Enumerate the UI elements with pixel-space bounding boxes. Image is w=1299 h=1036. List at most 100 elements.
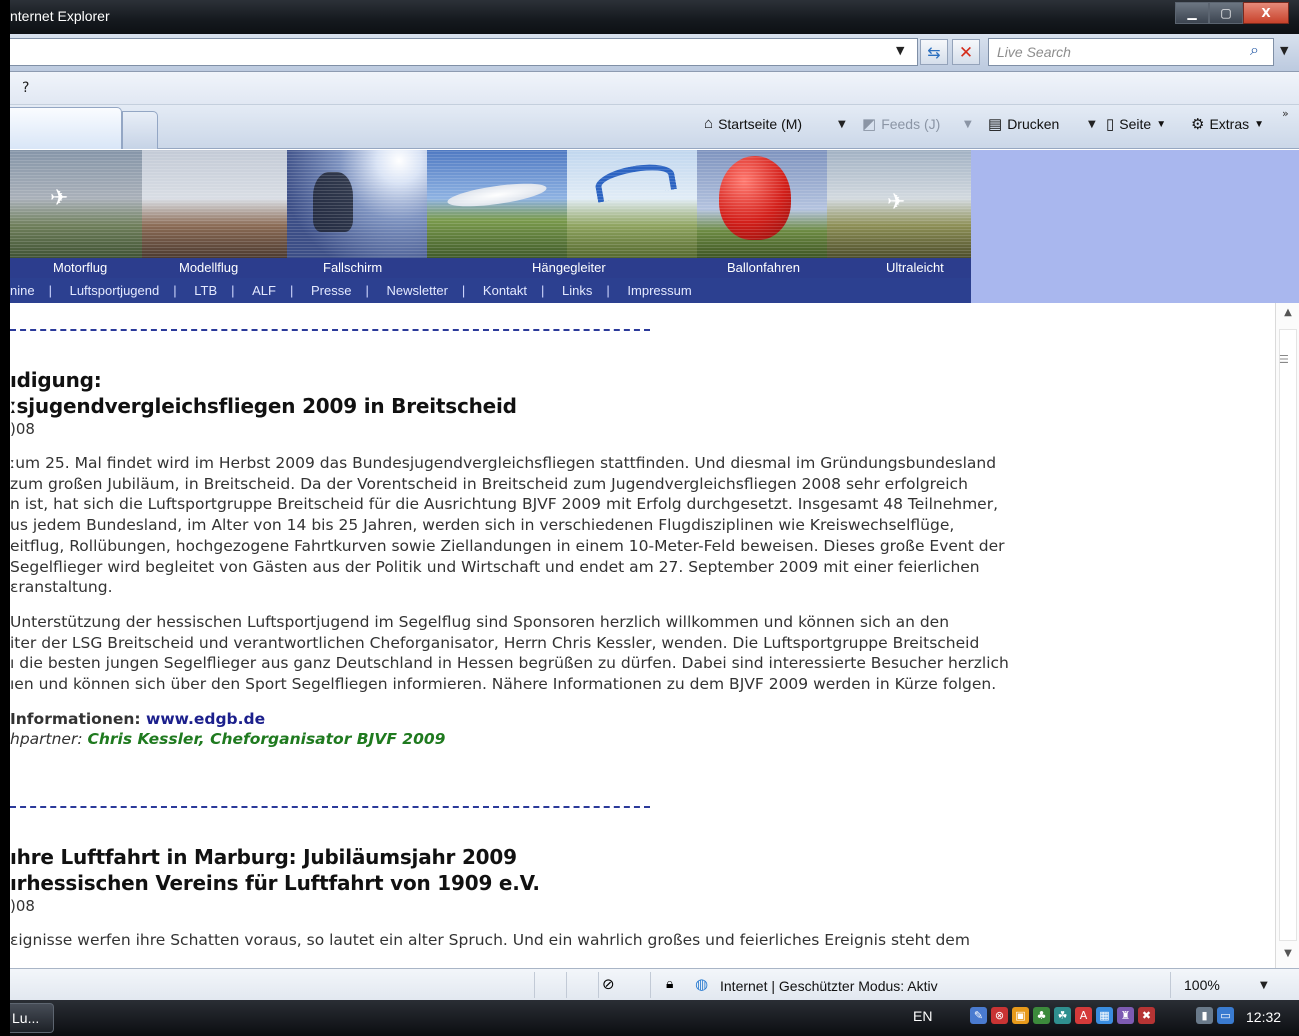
text-line: ɛranstaltung. xyxy=(10,578,113,597)
feeds-dropdown-icon[interactable]: ▼ xyxy=(964,119,972,130)
tray-network-icon[interactable]: ♣ xyxy=(1033,1007,1050,1024)
refresh-icon[interactable]: ⇆ xyxy=(920,39,948,65)
banner-label-ballonfahren[interactable]: Ballonfahren xyxy=(727,260,800,275)
scroll-up-arrow-icon[interactable]: ▲ xyxy=(1276,307,1299,323)
nav-item-online[interactable]: nine xyxy=(10,278,35,303)
article-paragraph: ːum 25. Mal findet wird im Herbst 2009 d… xyxy=(10,453,1070,598)
contact-value: Chris Kessler, Cheforganisator BJVF 2009 xyxy=(87,730,446,749)
print-button[interactable]: ▤ Drucken xyxy=(988,115,1059,133)
text-line: ɛignisse werfen ihre Schatten voraus, so… xyxy=(10,931,970,949)
clock[interactable]: 12:32 xyxy=(1246,1009,1281,1025)
site-nav: nine | Luftsportjugend | LTB | ALF | Presse |… xyxy=(10,278,971,303)
system-tray-right: ▮ ▭ xyxy=(1196,1007,1234,1024)
tray-users-icon[interactable]: ☘ xyxy=(1054,1007,1071,1024)
scroll-down-arrow-icon[interactable]: ▼ xyxy=(1276,948,1299,964)
banner-label-modellflug[interactable]: Modellflug xyxy=(179,260,238,275)
new-tab-button[interactable] xyxy=(122,111,158,149)
search-icon[interactable]: ⌕ xyxy=(1250,40,1259,60)
text-line: ı die besten jungen Segelflieger aus gan… xyxy=(10,654,1009,673)
nav-item-ltb[interactable]: LTB xyxy=(194,278,217,303)
nav-item-presse[interactable]: Presse xyxy=(311,278,351,303)
text-line: ːum 25. Mal findet wird im Herbst 2009 d… xyxy=(10,454,997,472)
tray-app-icon[interactable]: ✎ xyxy=(970,1007,987,1024)
article-date: )08 xyxy=(10,420,35,438)
tray-shield-icon[interactable]: ⊗ xyxy=(991,1007,1008,1024)
tray-windows-icon[interactable]: ▦ xyxy=(1096,1007,1113,1024)
tools-dropdown-icon: ▼ xyxy=(1254,118,1265,130)
article-title-line2: ırhessischen Vereins für Luftfahrt von 1… xyxy=(10,871,540,895)
tab-current[interactable] xyxy=(10,107,122,149)
info-line: Informationen: www.edgb.de hpartner: Chr… xyxy=(10,709,1070,750)
zoom-level[interactable]: 100% xyxy=(1184,977,1220,993)
banner-label-motorflug[interactable]: Motorflug xyxy=(53,260,107,275)
info-label: Informationen: xyxy=(10,709,146,728)
page-content: ıdigung: ːsjugendvergleichsfliegen 2009 … xyxy=(10,303,1275,968)
banner-labels: Motorflug Modellflug Fallschirm Hängegle… xyxy=(10,258,971,278)
news-article: ıdigung: ːsjugendvergleichsfliegen 2009 … xyxy=(10,367,1070,750)
taskbar: Lu... EN ✎ ⊗ ▣ ♣ ☘ A ▦ ♜ ✖ ▮ ▭ 12:32 xyxy=(10,1000,1299,1036)
taskbar-window-button[interactable]: Lu... xyxy=(10,1003,54,1033)
screen: nternet Explorer ▁ ▢ X ▼ ⇆ ✕ Live Search… xyxy=(10,0,1299,1036)
minimize-button[interactable]: ▁ xyxy=(1175,2,1209,24)
maximize-button[interactable]: ▢ xyxy=(1209,2,1243,24)
banner-image: ✈ ✈ Motorflug Modellflug Fallschirm Häng… xyxy=(10,150,971,278)
tray-alert-icon[interactable]: ✖ xyxy=(1138,1007,1155,1024)
nav-item-kontakt[interactable]: Kontakt xyxy=(483,278,527,303)
contact-label: hpartner: xyxy=(10,730,88,749)
nav-item-alf[interactable]: ALF xyxy=(252,278,276,303)
divider xyxy=(10,329,650,331)
page-menu-button[interactable]: ▯ Seite ▼ xyxy=(1106,115,1166,133)
tools-menu-button[interactable]: ⚙ Extras ▼ xyxy=(1191,115,1264,133)
url-input[interactable] xyxy=(10,38,918,66)
protected-mode-icon[interactable]: 🔒︎ xyxy=(666,976,673,992)
status-bar: ⊘ 🔒︎ ◍ Internet | Geschützter Modus: Akt… xyxy=(10,968,1299,1000)
feed-icon: ◩ xyxy=(862,116,877,133)
print-dropdown-icon[interactable]: ▼ xyxy=(1088,119,1096,130)
menu-bar: ? xyxy=(10,72,1299,105)
divider xyxy=(10,806,650,808)
text-line: n ist, hat sich die Luftsportgruppe Brei… xyxy=(10,495,999,514)
menu-help[interactable]: ? xyxy=(22,80,29,96)
banner-label-fallschirm[interactable]: Fallschirm xyxy=(323,260,382,275)
tray-tool-icon[interactable]: ♜ xyxy=(1117,1007,1134,1024)
text-line: iter der LSG Breitscheid und verantwortl… xyxy=(10,633,980,652)
scroll-grip-icon: ☰ xyxy=(1279,353,1289,366)
tray-display-icon[interactable]: ▭ xyxy=(1217,1007,1234,1024)
search-options-dropdown-icon[interactable]: ▼ xyxy=(1280,44,1288,57)
tray-acrobat-icon[interactable]: A xyxy=(1075,1007,1092,1024)
zoom-dropdown-icon[interactable]: ▼ xyxy=(1260,980,1268,991)
title-bar[interactable]: nternet Explorer ▁ ▢ X xyxy=(10,0,1299,34)
system-tray: ✎ ⊗ ▣ ♣ ☘ A ▦ ♜ ✖ xyxy=(970,1007,1155,1024)
url-dropdown-icon[interactable]: ▼ xyxy=(896,44,904,57)
print-label: Drucken xyxy=(1007,116,1060,132)
language-indicator[interactable]: EN xyxy=(913,1008,932,1024)
home-label: Startseite (M) xyxy=(718,115,803,132)
more-commands-button[interactable]: » xyxy=(1282,107,1289,120)
text-line: us jedem Bundesland, im Alter von 14 bis… xyxy=(10,516,955,535)
page-dropdown-icon: ▼ xyxy=(1156,118,1167,130)
gear-icon: ⚙ xyxy=(1191,116,1205,133)
stop-icon[interactable]: ✕ xyxy=(952,39,980,65)
feeds-button[interactable]: ◩ Feeds (J) xyxy=(862,115,940,133)
window-title: nternet Explorer xyxy=(10,8,110,24)
tray-notes-icon[interactable]: ▣ xyxy=(1012,1007,1029,1024)
nav-item-links[interactable]: Links xyxy=(562,278,592,303)
home-button[interactable]: ⌂ Startseite (M) xyxy=(704,115,802,132)
info-link[interactable]: www.edgb.de xyxy=(146,710,265,728)
article-title-line1: ıhre Luftfahrt in Marburg: Jubiläumsjahr… xyxy=(10,845,517,869)
privacy-icon[interactable]: ⊘ xyxy=(602,975,615,993)
banner-label-haengegleiter[interactable]: Hängegleiter xyxy=(532,260,606,275)
text-line: Segelflieger wird begleitet von Gästen a… xyxy=(10,557,980,576)
vertical-scrollbar[interactable]: ▲ ☰ ▼ xyxy=(1275,303,1299,968)
scroll-thumb[interactable] xyxy=(1279,329,1297,941)
home-dropdown-icon[interactable]: ▼ xyxy=(838,119,846,130)
search-input[interactable]: Live Search xyxy=(988,38,1274,66)
nav-item-luftsportjugend[interactable]: Luftsportjugend xyxy=(70,278,160,303)
banner-label-ultraleicht[interactable]: Ultraleicht xyxy=(886,260,944,275)
nav-item-newsletter[interactable]: Newsletter xyxy=(386,278,447,303)
security-zone-text[interactable]: Internet | Geschützter Modus: Aktiv xyxy=(720,978,938,994)
tray-device-icon[interactable]: ▮ xyxy=(1196,1007,1213,1024)
text-line: ıen und können sich über den Sport Segel… xyxy=(10,675,997,694)
close-button[interactable]: X xyxy=(1243,2,1289,24)
nav-item-impressum[interactable]: Impressum xyxy=(627,278,691,303)
